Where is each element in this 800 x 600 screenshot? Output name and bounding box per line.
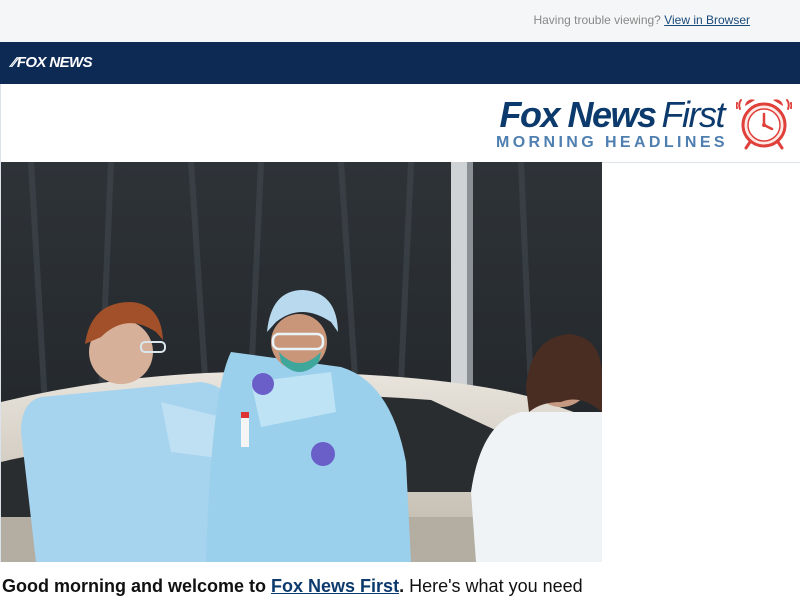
intro-rest: Here's what you need xyxy=(409,576,583,596)
hero-photo-illustration xyxy=(1,162,602,562)
fox-news-first-link[interactable]: Fox News First xyxy=(271,576,399,596)
newsletter-subtitle: MORNING HEADLINES xyxy=(495,134,728,151)
hero-photo[interactable] xyxy=(0,162,602,562)
newsletter-title: Fox News First xyxy=(499,94,726,136)
top-utility-bar: Having trouble viewing? View in Browser xyxy=(0,0,800,42)
intro-paragraph: Good morning and welcome to Fox News Fir… xyxy=(2,576,583,597)
trouble-text: Having trouble viewing? xyxy=(533,13,661,27)
intro-period: . xyxy=(399,576,405,596)
fox-news-logo[interactable]: ⁄⁄FOX NEWS xyxy=(12,54,93,71)
view-in-browser-row: Having trouble viewing? View in Browser xyxy=(533,13,750,27)
logo-mark-icon: ⁄⁄ xyxy=(12,54,16,71)
title-light: First xyxy=(661,94,726,135)
title-bold: Fox News xyxy=(499,94,657,135)
newsletter-masthead: Fox News First MORNING HEADLINES xyxy=(0,84,800,163)
alarm-clock-icon xyxy=(736,99,792,150)
intro-greeting: Good morning and welcome to xyxy=(2,576,267,596)
brand-navbar: ⁄⁄FOX NEWS xyxy=(0,42,800,84)
logo-text: FOX NEWS xyxy=(16,54,93,71)
view-in-browser-link[interactable]: View in Browser xyxy=(664,13,750,27)
